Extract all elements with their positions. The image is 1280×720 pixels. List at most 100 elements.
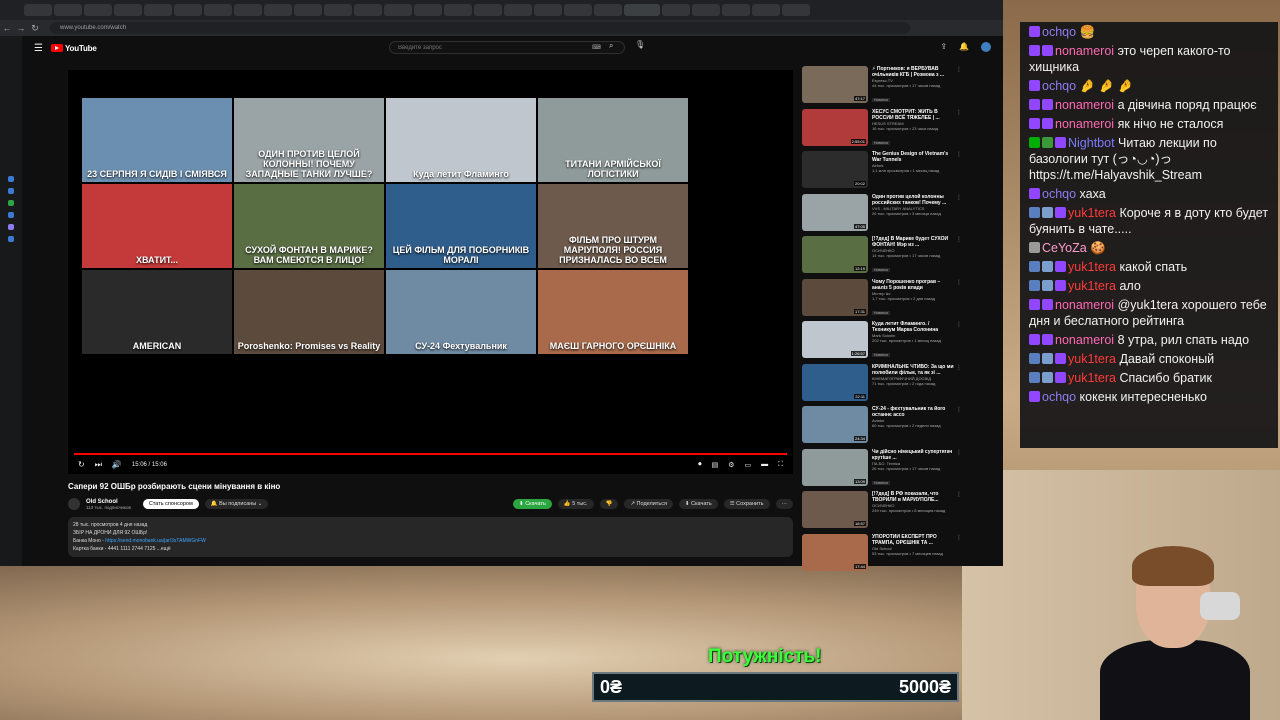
related-thumbnail[interactable]: 16:57 [802,491,868,528]
youtube-logo[interactable]: YouTube [50,44,97,53]
related-title[interactable]: СУ-24 - фехтувальник та його останнє асс… [872,406,954,418]
browser-tab[interactable] [24,4,52,16]
related-title[interactable]: The Genius Design of Vietnam's War Tunne… [872,151,954,163]
related-video-item[interactable]: 2:55:01 ХЕСУС СМОТРИТ: ЖИТЬ В РОССИИ ВСЁ … [802,108,962,151]
browser-tab[interactable] [204,4,232,16]
related-thumbnail[interactable]: 22:11 [802,363,868,401]
sponsor-button[interactable]: Стать спонсором [142,499,199,509]
browser-tab[interactable] [444,4,472,16]
browser-tab[interactable] [722,4,750,16]
related-title[interactable]: [!?дед] В Марике будет СУХОЙ ФОНТАН! Мэр… [872,236,954,248]
related-title[interactable]: Куда летит Фламинго. / Техникум Марка Со… [872,321,954,333]
related-video-item[interactable]: 12:19 [!?дед] В Марике будет СУХОЙ ФОНТАН… [802,236,962,278]
end-screen-thumbnail[interactable]: AMERICAN [82,270,232,354]
bell-icon[interactable]: 🔔 [959,42,969,52]
chat-username[interactable]: nonameroi [1055,117,1114,131]
related-thumbnail[interactable]: 17:44 [802,533,868,571]
related-title[interactable]: УПОРОТИЙ ЕКСПЕРТ ПРО ТРАМПА, ОРЄШНІК ТА … [872,534,954,546]
end-screen-thumbnail[interactable]: ХВАТИТ... [82,184,232,268]
related-title[interactable]: Чому Порошенко програв – аналіз 5 років … [872,279,954,291]
browser-tab[interactable] [324,4,352,16]
volume-icon[interactable]: 🔊 [112,460,122,469]
related-video-item[interactable]: 47:17 ⚡ Портников: я ВЕРБУВАВ очільників … [802,66,962,108]
related-title[interactable]: ⚡ Портников: я ВЕРБУВАВ очільників КГБ |… [872,66,954,78]
browser-tab[interactable] [504,4,532,16]
end-screen-thumbnail[interactable]: СУХОЙ ФОНТАН В МАРИКЕ? ВАМ СМЕЮТСЯ В ЛИЦ… [234,184,384,268]
browser-tab[interactable] [662,4,690,16]
chat-username[interactable]: nonameroi [1055,298,1114,312]
menu-icon[interactable]: ☰ [34,43,43,54]
related-thumbnail[interactable]: 20:02 [802,151,868,188]
chat-username[interactable]: Nightbot [1068,136,1115,150]
more-icon[interactable]: ⋮ [956,321,962,363]
chat-username[interactable]: nonameroi [1055,44,1114,58]
related-video-item[interactable]: 22:11 КРИМІНАЛЬНЕ ЧТИВО: За що ми полюбил… [802,363,962,406]
account-avatar[interactable] [981,42,991,52]
browser-tab[interactable] [174,4,202,16]
more-actions-icon[interactable]: ⋯ [775,499,793,509]
next-icon[interactable]: ⏭ [95,460,102,470]
chat-username[interactable]: CeYoZa [1042,241,1087,255]
related-video-item[interactable]: 17:44 УПОРОТИЙ ЕКСПЕРТ ПРО ТРАМПА, ОРЄШНІ… [802,533,962,576]
fullscreen-icon[interactable]: ⛶ [778,461,783,469]
subscribed-button[interactable]: 🔔 Вы подписаны ⌄ [204,499,269,509]
related-video-item[interactable]: 47:05 Один против целой колонны российски… [802,193,962,236]
forward-icon[interactable]: → [14,23,28,33]
end-screen-thumbnail[interactable]: ЦЕЙ ФІЛЬМ ДЛЯ ПОБОРНИКІВ МОРАЛІ [386,184,536,268]
more-icon[interactable]: ⋮ [956,66,962,108]
like-button[interactable]: 👍 5 тыс. [557,499,594,509]
browser-tab[interactable] [594,4,622,16]
related-thumbnail[interactable]: 47:05 [802,193,868,231]
reload-icon[interactable]: ↻ [28,23,42,34]
chat-username[interactable]: yuk1tera [1068,260,1116,274]
download-app-button[interactable]: ⬇ Скачать [513,499,552,509]
browser-tab[interactable] [84,4,112,16]
settings-icon[interactable]: ⚙ [728,461,734,469]
chat-username[interactable]: ochqo [1042,25,1076,39]
related-thumbnail[interactable]: 13:09 [802,448,868,486]
more-icon[interactable]: ⋮ [956,449,962,491]
related-title[interactable]: КРИМІНАЛЬНЕ ЧТИВО: За що ми полюбили філ… [872,364,954,376]
browser-tab[interactable] [414,4,442,16]
related-thumbnail[interactable]: 47:17 [802,66,868,103]
description-box[interactable]: 28 тыс. просмотров 4 дня назад ЗБІР НА Д… [68,517,793,557]
related-video-item[interactable]: 16:57 [!?дед] В РФ показали, что ТВОРИЛИ … [802,491,962,533]
browser-tab[interactable] [144,4,172,16]
chat-username[interactable]: yuk1tera [1068,371,1116,385]
browser-tab[interactable] [264,4,292,16]
related-thumbnail[interactable]: 24:34 [802,406,868,443]
browser-tab[interactable] [114,4,142,16]
related-thumbnail[interactable]: 17:31 [802,278,868,316]
related-video-item[interactable]: 20:02 The Genius Design of Vietnam's War … [802,151,962,193]
desc-bank-link[interactable]: https://send.monobank.ua/jar/3sTAMWGnFW [105,538,206,544]
more-icon[interactable]: ⋮ [956,194,962,236]
desc-card-line[interactable]: Картка банки - 4441 1111 2744 7125 ...ещ… [73,545,788,553]
search-box[interactable]: ⌨ [389,41,625,54]
more-icon[interactable]: ⋮ [956,151,962,193]
share-button[interactable]: ↗ Поделиться [624,499,673,509]
search-input[interactable] [398,44,588,51]
related-thumbnail[interactable]: 2:55:01 [802,108,868,146]
dislike-button[interactable]: 👎 [599,499,619,509]
related-title[interactable]: [!?дед] В РФ показали, что ТВОРИЛИ в МАР… [872,491,954,503]
more-icon[interactable]: ⋮ [956,364,962,406]
more-icon[interactable]: ⋮ [956,279,962,321]
browser-tab[interactable] [294,4,322,16]
related-title[interactable]: ХЕСУС СМОТРИТ: ЖИТЬ В РОССИИ ВСЁ ТЯЖЕЛЕЕ… [872,109,954,121]
sidebar-app-icon[interactable] [8,176,14,182]
sidebar-app-icon[interactable] [8,212,14,218]
microphone-icon[interactable]: 🎙 [635,40,645,49]
chat-username[interactable]: nonameroi [1055,333,1114,347]
more-icon[interactable]: ⋮ [956,109,962,151]
browser-tab[interactable] [54,4,82,16]
browser-tab[interactable] [692,4,720,16]
end-screen-thumbnail[interactable]: СУ-24 Фехтувальник [386,270,536,354]
more-icon[interactable]: ⋮ [956,491,962,533]
end-screen-thumbnail[interactable]: МАЄШ ГАРНОГО ОРЄШНІКА [538,270,688,354]
browser-tab[interactable] [534,4,562,16]
related-video-item[interactable]: 1:26:57 Куда летит Фламинго. / Техникум М… [802,321,962,363]
sidebar-app-icon[interactable] [8,200,14,206]
channel-avatar[interactable] [68,498,80,510]
save-button[interactable]: ☰ Сохранить [723,499,770,509]
sidebar-app-icon[interactable] [8,224,14,230]
